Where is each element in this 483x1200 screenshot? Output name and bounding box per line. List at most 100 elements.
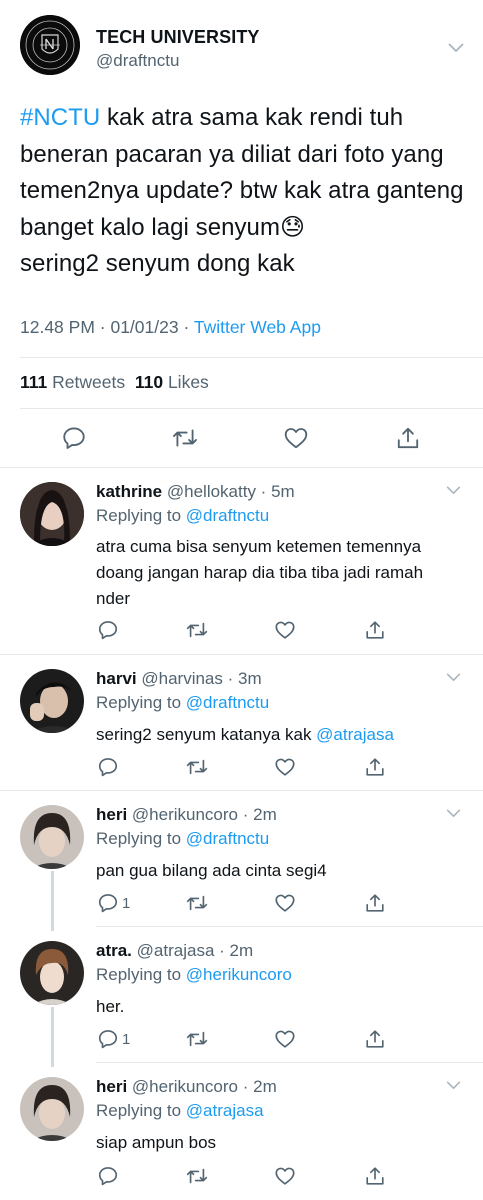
- reply-icon[interactable]: [97, 1028, 119, 1050]
- avatar[interactable]: [20, 482, 84, 546]
- user-handle[interactable]: @hellokatty: [167, 482, 256, 501]
- likes-label[interactable]: Likes: [168, 372, 209, 392]
- hashtag-link[interactable]: #NCTU: [20, 104, 100, 131]
- tweet-time[interactable]: 12.48 PM: [20, 317, 95, 337]
- reply-count: 1: [122, 895, 131, 912]
- like-icon[interactable]: [274, 756, 296, 778]
- replying-label: Replying to: [96, 965, 182, 984]
- university-logo-avatar[interactable]: [20, 15, 80, 75]
- reply-time[interactable]: 5m: [271, 482, 295, 501]
- retweet-icon[interactable]: [172, 425, 198, 451]
- reply-icon[interactable]: [61, 425, 87, 451]
- avatar[interactable]: [20, 1077, 84, 1141]
- display-name[interactable]: heri: [96, 1077, 127, 1096]
- reply-tweet: atra. @atrajasa · 2m Replying to @heriku…: [0, 927, 483, 1062]
- like-icon[interactable]: [274, 619, 296, 641]
- user-handle[interactable]: @herikuncoro: [132, 805, 238, 824]
- chevron-down-icon[interactable]: [446, 486, 461, 495]
- like-icon[interactable]: [283, 425, 309, 451]
- reply-time[interactable]: 2m: [253, 1077, 277, 1096]
- display-name[interactable]: harvi: [96, 669, 137, 688]
- replying-to: Replying to @herikuncoro: [96, 965, 292, 985]
- divider: [20, 408, 483, 409]
- reply-icon[interactable]: [97, 756, 119, 778]
- share-icon[interactable]: [395, 425, 421, 451]
- replying-to-link[interactable]: @draftnctu: [186, 829, 269, 848]
- chevron-down-icon[interactable]: [446, 673, 461, 682]
- reply-text: siap ampun bos: [96, 1133, 217, 1152]
- reply-tweet: heri @herikuncoro · 2m Replying to @atra…: [0, 1063, 483, 1200]
- tweet-stats: 111 Retweets 110 Likes: [20, 372, 209, 393]
- replying-to: Replying to @draftnctu: [96, 693, 269, 713]
- share-icon[interactable]: [364, 1165, 386, 1187]
- reply-text: pan gua bilang ada cinta segi4: [96, 861, 327, 880]
- replying-to: Replying to @atrajasa: [96, 1101, 264, 1121]
- like-icon[interactable]: [274, 892, 296, 914]
- user-handle[interactable]: @atrajasa: [137, 941, 215, 960]
- reply-tweet: harvi @harvinas · 3m Replying to @draftn…: [0, 655, 483, 790]
- chevron-down-icon[interactable]: [446, 809, 461, 818]
- main-tweet: TECH UNIVERSITY @draftnctu #NCTU kak atr…: [0, 0, 483, 467]
- share-icon[interactable]: [364, 756, 386, 778]
- user-handle[interactable]: @draftnctu: [96, 51, 179, 71]
- like-icon[interactable]: [274, 1028, 296, 1050]
- retweets-label[interactable]: Retweets: [52, 372, 125, 392]
- reply-count: 1: [122, 1031, 131, 1048]
- reply-text: atra cuma bisa senyum ketemen temennya d…: [96, 537, 424, 608]
- replying-to: Replying to @draftnctu: [96, 829, 269, 849]
- avatar[interactable]: [20, 669, 84, 733]
- reply-icon[interactable]: [97, 619, 119, 641]
- avatar-photo: [20, 805, 84, 869]
- avatar[interactable]: [20, 805, 84, 869]
- like-icon[interactable]: [274, 1165, 296, 1187]
- display-name[interactable]: heri: [96, 805, 127, 824]
- avatar[interactable]: [20, 941, 84, 1005]
- reply-header: harvi @harvinas · 3m: [96, 669, 262, 688]
- share-icon[interactable]: [364, 619, 386, 641]
- chevron-down-icon[interactable]: [448, 43, 464, 53]
- retweet-icon[interactable]: [186, 1165, 208, 1187]
- replying-label: Replying to: [96, 506, 182, 525]
- reply-icon[interactable]: [97, 892, 119, 914]
- chevron-down-icon[interactable]: [446, 1081, 461, 1090]
- share-icon[interactable]: [364, 1028, 386, 1050]
- tweet-text: #NCTU kak atra sama kak rendi tuh benera…: [20, 100, 470, 283]
- reply-header: heri @herikuncoro · 2m: [96, 805, 277, 824]
- display-name[interactable]: atra.: [96, 941, 132, 960]
- tweet-source-link[interactable]: Twitter Web App: [194, 317, 321, 337]
- tweet-date[interactable]: 01/01/23: [110, 317, 178, 337]
- retweet-icon[interactable]: [186, 892, 208, 914]
- replying-to: Replying to @draftnctu: [96, 506, 269, 526]
- reply-tweet: heri @herikuncoro · 2m Replying to @draf…: [0, 791, 483, 926]
- retweet-icon[interactable]: [186, 1028, 208, 1050]
- mention-link[interactable]: @atrajasa: [316, 725, 394, 744]
- replying-to-link[interactable]: @draftnctu: [186, 506, 269, 525]
- user-handle[interactable]: @harvinas: [141, 669, 223, 688]
- replying-to-link[interactable]: @atrajasa: [186, 1101, 264, 1120]
- reply-body: sering2 senyum katanya kak: [96, 725, 317, 744]
- replying-to-link[interactable]: @draftnctu: [186, 693, 269, 712]
- user-handle[interactable]: @herikuncoro: [132, 1077, 238, 1096]
- share-icon[interactable]: [364, 892, 386, 914]
- reply-header: atra. @atrajasa · 2m: [96, 941, 254, 960]
- meta-separator: ·: [94, 317, 111, 337]
- display-name[interactable]: kathrine: [96, 482, 162, 501]
- replying-label: Replying to: [96, 1101, 182, 1120]
- replying-label: Replying to: [96, 693, 182, 712]
- reply-text: sering2 senyum katanya kak @atrajasa: [96, 722, 456, 748]
- avatar-photo: [20, 482, 84, 546]
- replying-to-link[interactable]: @herikuncoro: [186, 965, 292, 984]
- likes-count[interactable]: 110: [135, 372, 163, 392]
- reply-header: heri @herikuncoro · 2m: [96, 1077, 277, 1096]
- display-name[interactable]: TECH UNIVERSITY: [96, 27, 260, 48]
- emoji: 😓: [279, 213, 306, 241]
- reply-tweet: kathrine @hellokatty · 5m Replying to @d…: [0, 468, 483, 654]
- retweet-icon[interactable]: [186, 619, 208, 641]
- avatar-photo: [20, 1077, 84, 1141]
- retweets-count[interactable]: 111: [20, 372, 47, 392]
- reply-icon[interactable]: [97, 1165, 119, 1187]
- reply-time[interactable]: 3m: [238, 669, 262, 688]
- retweet-icon[interactable]: [186, 756, 208, 778]
- reply-time[interactable]: 2m: [253, 805, 277, 824]
- reply-time[interactable]: 2m: [230, 941, 254, 960]
